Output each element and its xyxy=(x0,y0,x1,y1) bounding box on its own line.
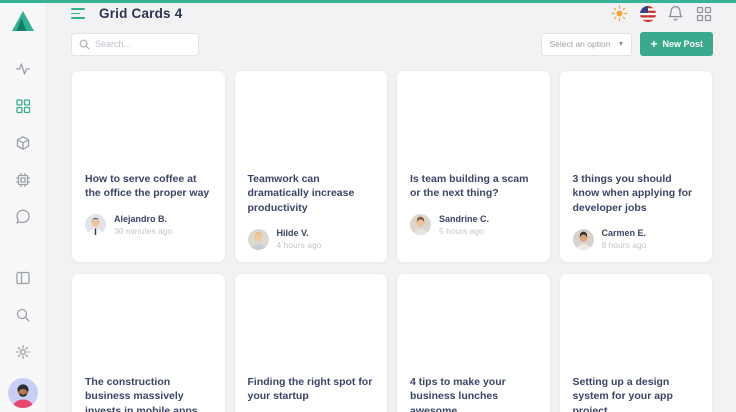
post-author-row: Alejandro B. 30 minutes ago xyxy=(85,214,212,236)
post-image-placeholder xyxy=(72,71,225,168)
menu-toggle-icon[interactable] xyxy=(71,8,85,19)
post-time: 4 hours ago xyxy=(277,240,322,250)
post-card[interactable]: Setting up a design system for your app … xyxy=(559,273,714,412)
author-name: Sandrine C. xyxy=(439,214,489,224)
bell-icon[interactable] xyxy=(667,5,684,22)
post-title[interactable]: 4 tips to make your business lunches awe… xyxy=(410,375,537,412)
post-card[interactable]: Teamwork can dramatically increase produ… xyxy=(234,70,389,263)
filter-select[interactable]: Select an option ▼ xyxy=(541,33,632,56)
post-card[interactable]: The construction business massively inve… xyxy=(71,273,226,412)
post-time: 8 hours ago xyxy=(602,240,647,250)
post-image-placeholder xyxy=(397,71,550,168)
post-title[interactable]: Teamwork can dramatically increase produ… xyxy=(248,172,375,215)
page-title: Grid Cards 4 xyxy=(99,6,182,21)
post-time: 5 hours ago xyxy=(439,226,489,236)
post-title[interactable]: The construction business massively inve… xyxy=(85,375,212,412)
sidebar-nav xyxy=(15,50,31,235)
search-input[interactable] xyxy=(95,39,191,49)
card-grid: How to serve coffee at the office the pr… xyxy=(47,56,736,412)
grid-cards-icon[interactable] xyxy=(15,98,31,114)
cpu-icon[interactable] xyxy=(15,172,31,188)
post-image-placeholder xyxy=(397,274,550,371)
sidebar-bottom-nav xyxy=(8,259,38,408)
post-title[interactable]: 3 things you should know when applying f… xyxy=(573,172,700,215)
new-post-button[interactable]: + New Post xyxy=(640,32,713,56)
search-icon[interactable] xyxy=(15,307,31,323)
sun-icon[interactable] xyxy=(611,5,628,22)
post-card[interactable]: Finding the right spot for your startup … xyxy=(234,273,389,412)
post-title[interactable]: How to serve coffee at the office the pr… xyxy=(85,172,212,201)
post-title[interactable]: Finding the right spot for your startup xyxy=(248,375,375,404)
toolbar: Select an option ▼ + New Post xyxy=(47,22,736,56)
post-card[interactable]: How to serve coffee at the office the pr… xyxy=(71,70,226,263)
author-avatar xyxy=(410,214,431,235)
post-title[interactable]: Setting up a design system for your app … xyxy=(573,375,700,412)
apps-grid-icon[interactable] xyxy=(695,5,712,22)
chat-icon[interactable] xyxy=(15,209,31,225)
select-value: Select an option xyxy=(549,39,610,49)
plus-icon: + xyxy=(650,38,657,50)
post-author-row: Carmen E. 8 hours ago xyxy=(573,228,700,250)
author-name: Hilde V. xyxy=(277,228,322,238)
post-author-row: Hilde V. 4 hours ago xyxy=(248,228,375,250)
post-time: 30 minutes ago xyxy=(114,226,172,236)
layout-icon[interactable] xyxy=(15,270,31,286)
us-flag-icon[interactable] xyxy=(639,5,656,22)
app-logo[interactable] xyxy=(11,10,35,32)
user-avatar[interactable] xyxy=(8,378,38,408)
author-avatar xyxy=(573,229,594,250)
main-area: Grid Cards 4 xyxy=(47,3,736,412)
author-name: Alejandro B. xyxy=(114,214,172,224)
author-name: Carmen E. xyxy=(602,228,647,238)
post-image-placeholder xyxy=(235,274,388,371)
post-image-placeholder xyxy=(235,71,388,168)
post-card[interactable]: 4 tips to make your business lunches awe… xyxy=(396,273,551,412)
post-card[interactable]: Is team building a scam or the next thin… xyxy=(396,70,551,263)
chevron-down-icon: ▼ xyxy=(618,41,625,48)
gear-icon[interactable] xyxy=(15,344,31,360)
activity-icon[interactable] xyxy=(15,61,31,77)
post-image-placeholder xyxy=(560,274,713,371)
package-icon[interactable] xyxy=(15,135,31,151)
sidebar xyxy=(0,3,47,412)
new-post-label: New Post xyxy=(662,39,703,49)
author-avatar xyxy=(248,229,269,250)
post-author-row: Sandrine C. 5 hours ago xyxy=(410,214,537,236)
search-box[interactable] xyxy=(71,33,199,56)
search-icon xyxy=(79,39,90,50)
page-header: Grid Cards 4 xyxy=(47,5,736,22)
post-image-placeholder xyxy=(560,71,713,168)
post-card[interactable]: 3 things you should know when applying f… xyxy=(559,70,714,263)
post-image-placeholder xyxy=(72,274,225,371)
author-avatar xyxy=(85,214,106,235)
post-title[interactable]: Is team building a scam or the next thin… xyxy=(410,172,537,201)
